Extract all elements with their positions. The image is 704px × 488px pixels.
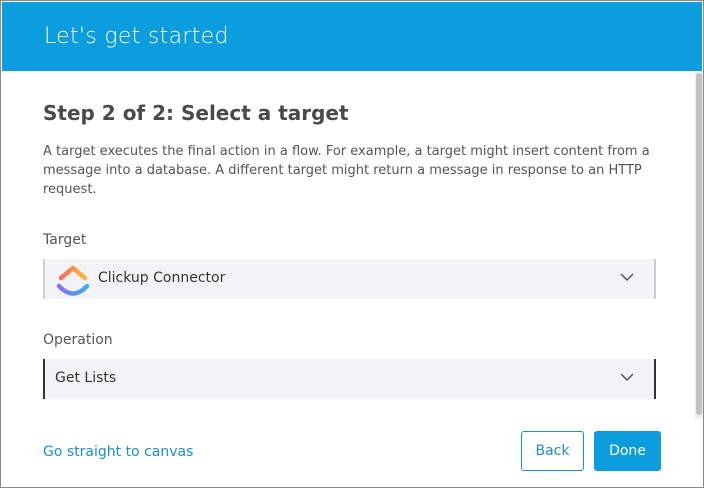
scrollbar[interactable]	[695, 71, 703, 419]
target-select[interactable]: Clickup Connector	[43, 259, 656, 299]
go-to-canvas-link[interactable]: Go straight to canvas	[43, 444, 193, 460]
get-started-dialog: Let's get started Step 2 of 2: Select a …	[0, 0, 704, 488]
back-button[interactable]: Back	[521, 431, 584, 471]
scrollbar-thumb[interactable]	[696, 73, 702, 415]
operation-select[interactable]: Get Lists	[43, 359, 656, 399]
dialog-header: Let's get started	[2, 2, 702, 71]
chevron-down-icon	[620, 373, 634, 382]
clickup-logo-icon	[56, 265, 90, 296]
target-select-value: Clickup Connector	[98, 270, 226, 286]
done-button[interactable]: Done	[594, 431, 661, 471]
chevron-down-icon	[620, 273, 634, 282]
target-label: Target	[43, 232, 87, 248]
step-title: Step 2 of 2: Select a target	[43, 101, 349, 125]
operation-select-value: Get Lists	[55, 370, 117, 386]
dialog-title: Let's get started	[44, 24, 229, 49]
operation-label: Operation	[43, 332, 113, 348]
step-description: A target executes the final action in a …	[43, 144, 650, 197]
